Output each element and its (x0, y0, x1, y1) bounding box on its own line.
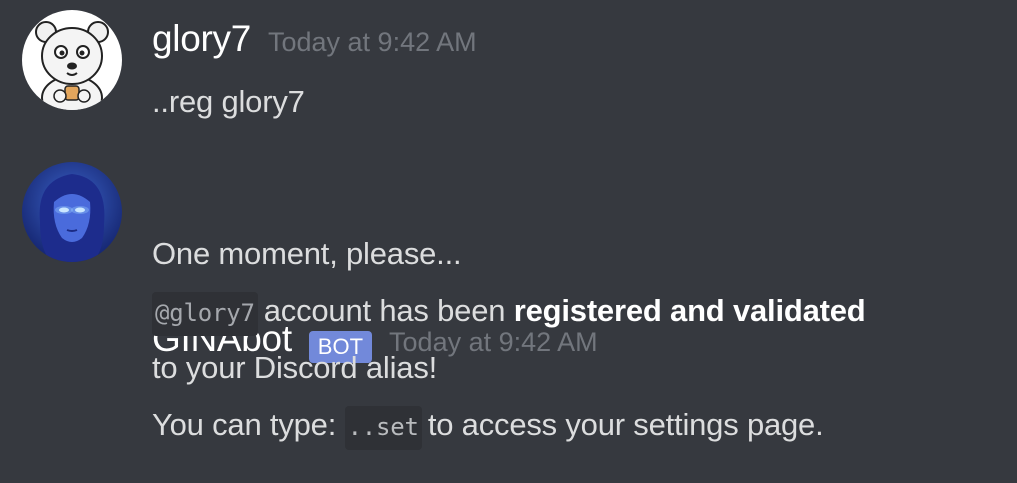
message-line-4: You can type: ..set to access your settin… (152, 406, 824, 450)
message-glory7: glory7 Today at 9:42 AM ..reg glory7 (0, 0, 1017, 150)
polar-bear-avatar-icon[interactable] (22, 10, 122, 110)
username[interactable]: glory7 (152, 18, 251, 60)
message-ginabot: GINAbot BOT Today at 9:42 AM One moment,… (0, 150, 1017, 483)
blue-woman-avatar-icon[interactable] (22, 162, 122, 262)
message-line-4-suffix: to access your settings page. (427, 407, 824, 442)
message-line-2-bold: registered and validated (513, 293, 866, 328)
message-line-2: @glory7 account has been registered and v… (152, 292, 866, 336)
user-mention[interactable]: @glory7 (152, 292, 258, 336)
message-line-4-prefix: You can type: (152, 407, 337, 442)
message-line-3: to your Discord alias! (152, 350, 438, 385)
message-line-2-text: account has been (263, 293, 506, 328)
message-header: glory7 Today at 9:42 AM (152, 18, 477, 70)
timestamp: Today at 9:42 AM (267, 27, 477, 57)
message-text: ..reg glory7 (152, 84, 305, 119)
message-line-1: One moment, please... (152, 236, 462, 271)
inline-code: ..set (344, 406, 422, 450)
